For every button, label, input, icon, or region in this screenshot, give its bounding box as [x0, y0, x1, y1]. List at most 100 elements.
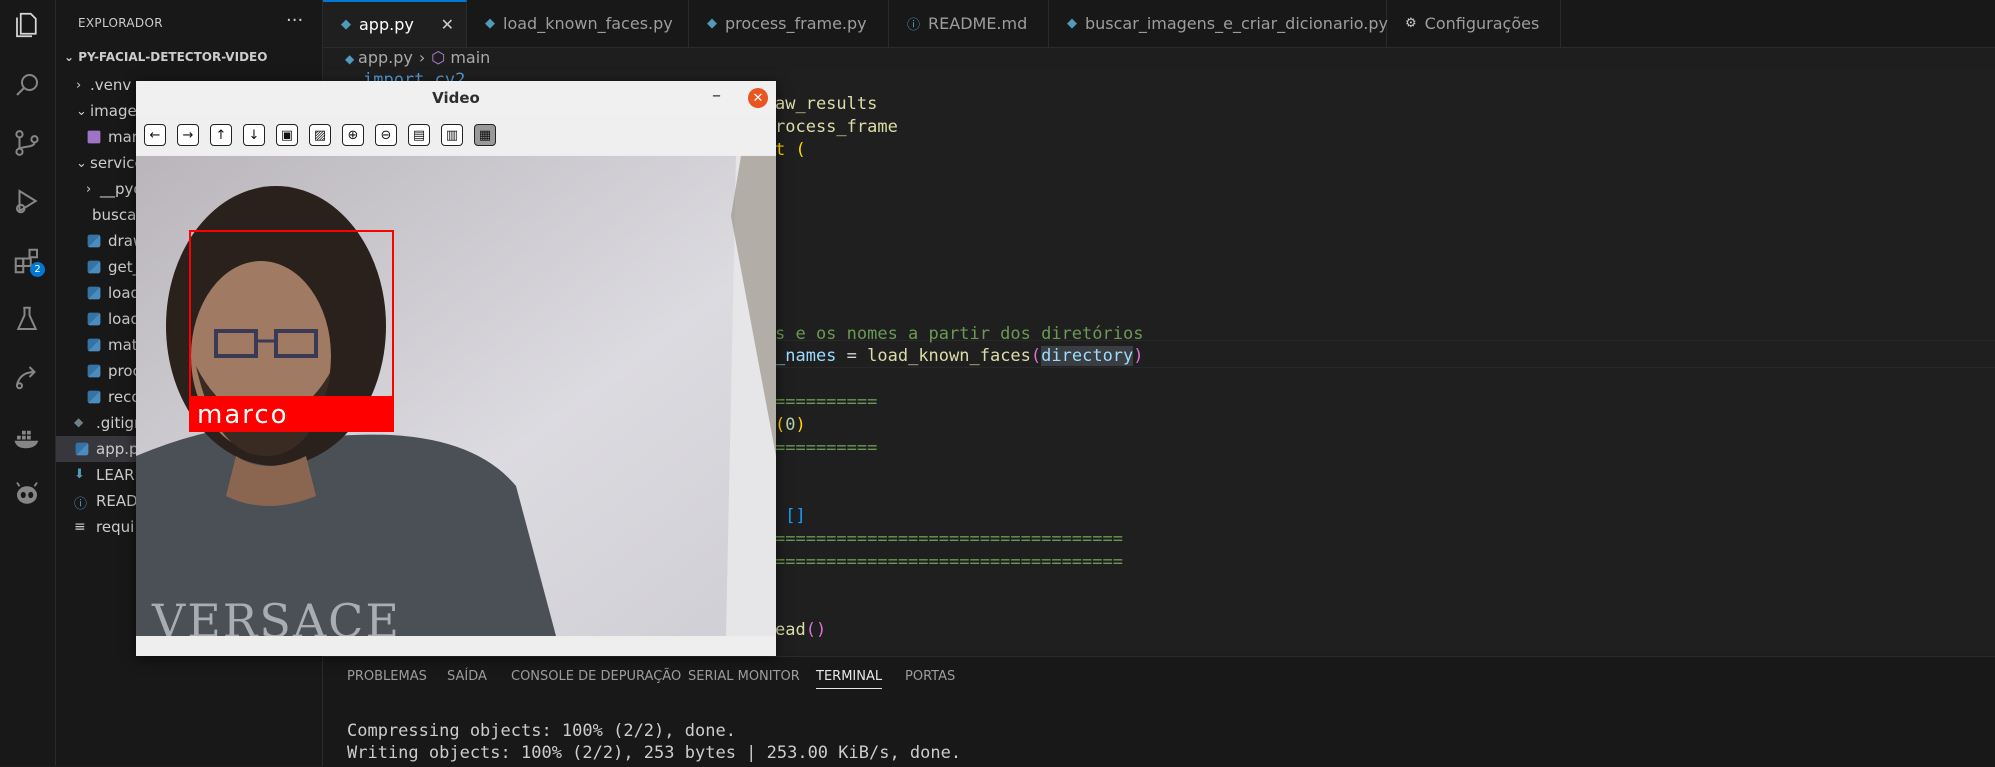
git-icon: ◆	[74, 415, 84, 429]
settings-icon: ⚙	[1405, 16, 1417, 31]
shirt-text: VERSACE	[152, 594, 401, 636]
arrow-down-icon[interactable]: ↓	[243, 124, 265, 146]
tab-app-py[interactable]: ◆ app.py ✕	[323, 0, 467, 47]
code-line: _names = load_known_faces(directory)	[775, 346, 1144, 366]
project-root[interactable]: ⌄ PY-FACIAL-DETECTOR-VIDEO	[64, 50, 267, 64]
tab-label: process_frame.py	[725, 14, 867, 33]
video-frame: marco VERSACE	[136, 156, 776, 636]
chevron-right-icon: ›	[418, 48, 426, 67]
breadcrumb: ◆ app.py › ⬡ main	[345, 48, 490, 67]
zoom-out-icon[interactable]: ⊖	[375, 124, 397, 146]
breadcrumb-symbol[interactable]: main	[450, 48, 490, 67]
code-token: load_known_faces	[867, 346, 1031, 366]
arrow-up-icon[interactable]: ↑	[210, 124, 232, 146]
panel-tab-saida[interactable]: SAÍDA	[447, 669, 487, 684]
search-icon[interactable]	[8, 66, 46, 104]
properties-icon[interactable]: ▦	[474, 124, 496, 146]
panel-tab-problemas[interactable]: PROBLEMAS	[347, 669, 427, 684]
code-comment: ==========	[775, 392, 878, 412]
minimize-button[interactable]: –	[712, 85, 721, 106]
docker-icon[interactable]	[8, 418, 46, 456]
zoom-in-icon[interactable]: ⊕	[342, 124, 364, 146]
tree-item-label: READ	[96, 492, 138, 510]
cube-icon: ⬡	[431, 48, 451, 67]
image-zoom-icon[interactable]: ▨	[309, 124, 331, 146]
python-tab-icon: ◆	[1067, 16, 1077, 31]
tab-label: buscar_imagens_e_criar_dicionario.py	[1085, 14, 1388, 33]
source-control-icon[interactable]	[8, 124, 46, 162]
python-file-icon	[75, 442, 89, 456]
testing-flask-icon[interactable]	[8, 300, 46, 338]
python-tab-icon: ◆	[707, 16, 717, 31]
code-comment: s e os nomes a partir dos diretórios	[775, 324, 1144, 344]
face-detection-box	[189, 230, 394, 398]
video-window-title[interactable]: Video	[136, 81, 776, 115]
run-debug-icon[interactable]	[8, 182, 46, 220]
code-line: aw_results	[775, 94, 878, 114]
panel-tab-portas[interactable]: PORTAS	[905, 669, 955, 684]
more-actions-icon[interactable]: ···	[286, 10, 303, 31]
panel-tab-terminal[interactable]: TERMINAL	[816, 669, 883, 689]
python-file-icon	[87, 312, 101, 326]
video-window: Video – ✕ ← → ↑ ↓ ▣ ▨ ⊕ ⊖ ▤ ▥ ▦ marco VE…	[136, 81, 776, 656]
clipboard-icon[interactable]: ▥	[441, 124, 463, 146]
close-icon[interactable]: ✕	[441, 15, 454, 34]
code-line: t (	[775, 140, 806, 160]
tab-configuracoes[interactable]: ⚙ Configurações	[1387, 0, 1561, 47]
explorer-icon[interactable]	[8, 6, 46, 44]
code-token: directory	[1041, 346, 1134, 366]
code-comment: ==========	[775, 438, 878, 458]
video-toolbar: ← → ↑ ↓ ▣ ▨ ⊕ ⊖ ▤ ▥ ▦	[136, 115, 776, 155]
code-token: )	[795, 415, 806, 435]
python-file-icon	[87, 234, 101, 248]
image-icon[interactable]: ▣	[276, 124, 298, 146]
editor-tabs: ◆ app.py ✕ ◆ load_known_faces.py ◆ process_f…	[323, 0, 1995, 48]
code-token: (	[1030, 346, 1042, 366]
code-token: _names	[775, 346, 837, 366]
tab-readme[interactable]: ⓘ README.md	[889, 0, 1049, 47]
project-name: PY-FACIAL-DETECTOR-VIDEO	[78, 50, 268, 64]
activity-bar: 2	[0, 0, 56, 766]
video-status-bar	[136, 637, 776, 656]
explorer-title: EXPLORADOR	[78, 16, 163, 30]
tab-process-frame[interactable]: ◆ process_frame.py	[689, 0, 889, 47]
code-line: rocess_frame	[775, 117, 898, 137]
terminal-line: Writing objects: 100% (2/2), 253 bytes |…	[347, 743, 962, 763]
code-token: )	[1133, 346, 1144, 366]
panel-tab-console[interactable]: CONSOLE DE DEPURAÇÃO	[511, 669, 681, 684]
alien-extension-icon[interactable]	[8, 476, 46, 514]
info-icon: ⓘ	[907, 18, 921, 33]
code-line: []	[775, 506, 806, 526]
python-tab-icon: ◆	[341, 17, 351, 32]
breadcrumb-file[interactable]: app.py	[358, 48, 413, 67]
code-token: 0	[785, 415, 796, 435]
remote-share-icon[interactable]	[8, 358, 46, 396]
bottom-panel: PROBLEMAS SAÍDA CONSOLE DE DEPURAÇÃO SER…	[323, 656, 1995, 767]
python-tab-icon: ◆	[485, 16, 495, 31]
code-line: (0)	[775, 415, 806, 435]
tab-label: load_known_faces.py	[503, 14, 673, 33]
download-arrow-icon: ⬇	[74, 467, 85, 482]
save-icon[interactable]: ▤	[408, 124, 430, 146]
arrow-left-icon[interactable]: ←	[144, 124, 166, 146]
code-token: (	[775, 415, 786, 435]
code-comment: ==================================	[775, 552, 1123, 572]
code-comment: ==================================	[775, 529, 1123, 549]
python-file-icon	[87, 260, 101, 274]
chevron-right-icon: ›	[86, 181, 92, 197]
chevron-down-icon: ⌄	[76, 103, 87, 119]
python-file-icon	[87, 364, 101, 378]
extensions-badge: 2	[30, 262, 45, 277]
arrow-right-icon[interactable]: →	[177, 124, 199, 146]
close-button[interactable]: ✕	[748, 88, 768, 108]
python-file-icon	[87, 338, 101, 352]
chevron-down-icon: ⌄	[76, 155, 87, 171]
tab-load-known-faces[interactable]: ◆ load_known_faces.py	[467, 0, 689, 47]
tab-buscar[interactable]: ◆ buscar_imagens_e_criar_dicionario.py	[1049, 0, 1388, 47]
python-file-icon	[87, 286, 101, 300]
image-file-icon	[87, 130, 101, 144]
text-file-icon: ≡	[74, 519, 86, 535]
tab-label: Configurações	[1424, 14, 1540, 33]
tree-item-label: requi	[96, 518, 135, 536]
panel-tab-serial-monitor[interactable]: SERIAL MONITOR	[688, 669, 800, 684]
